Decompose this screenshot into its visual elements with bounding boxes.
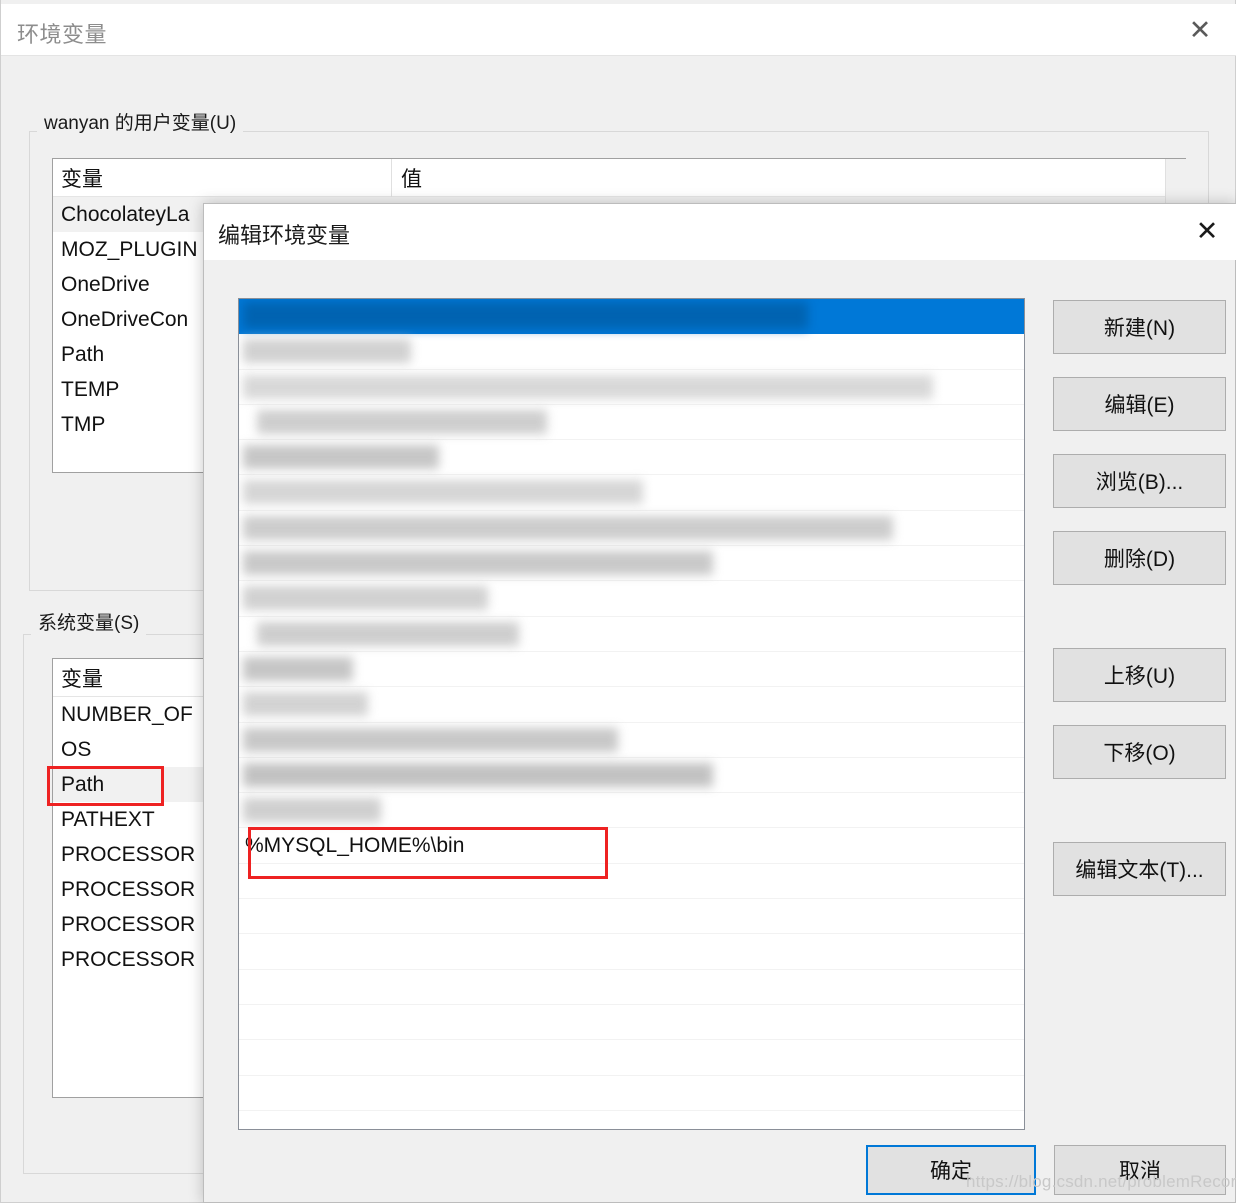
list-item[interactable]: %MYSQL_HOME%\bin bbox=[239, 828, 1024, 864]
system-column-variable[interactable]: 变量 bbox=[61, 663, 103, 693]
list-item[interactable] bbox=[239, 581, 1024, 617]
list-item[interactable] bbox=[239, 687, 1024, 723]
redacted-path-value bbox=[257, 621, 519, 646]
list-item[interactable] bbox=[239, 405, 1024, 441]
redacted-path-value bbox=[243, 515, 893, 540]
redacted-path-value bbox=[243, 727, 618, 752]
list-item[interactable] bbox=[239, 1005, 1024, 1041]
close-icon[interactable]: ✕ bbox=[1177, 12, 1223, 48]
user-column-variable[interactable]: 变量 bbox=[61, 163, 103, 193]
list-item[interactable] bbox=[239, 334, 1024, 370]
redacted-path-value bbox=[243, 656, 353, 681]
edit-dialog-title: 编辑环境变量 bbox=[218, 223, 351, 248]
new-button[interactable]: 新建(N) bbox=[1053, 300, 1226, 354]
list-item[interactable] bbox=[239, 475, 1024, 511]
env-window-title: 环境变量 bbox=[17, 22, 108, 47]
list-item[interactable] bbox=[239, 723, 1024, 758]
move-up-button[interactable]: 上移(U) bbox=[1053, 648, 1226, 702]
delete-button[interactable]: 删除(D) bbox=[1053, 531, 1226, 585]
watermark-text: https://blog.csdn.net/problemRecord bbox=[966, 1172, 1236, 1191]
system-variables-label: 系统变量(S) bbox=[31, 608, 147, 635]
list-item[interactable] bbox=[239, 793, 1024, 829]
redacted-path-value bbox=[243, 374, 933, 399]
list-item[interactable] bbox=[239, 970, 1024, 1005]
move-down-button[interactable]: 下移(O) bbox=[1053, 725, 1226, 779]
list-item[interactable] bbox=[239, 1076, 1024, 1111]
redacted-path-value bbox=[243, 551, 713, 576]
list-item[interactable] bbox=[239, 758, 1024, 794]
list-item[interactable] bbox=[239, 652, 1024, 688]
user-column-value[interactable]: 值 bbox=[401, 163, 422, 193]
redacted-path-value bbox=[243, 762, 713, 787]
edit-button[interactable]: 编辑(E) bbox=[1053, 377, 1226, 431]
list-item[interactable] bbox=[239, 864, 1024, 900]
list-item[interactable] bbox=[239, 617, 1024, 652]
list-item[interactable] bbox=[239, 299, 1024, 335]
env-window-titlebar: 环境变量 ✕ bbox=[1, 4, 1236, 56]
column-divider bbox=[391, 159, 392, 197]
list-item[interactable] bbox=[239, 934, 1024, 970]
user-list-header: 变量 值 bbox=[53, 159, 1185, 197]
redacted-path-value bbox=[243, 480, 643, 505]
redacted-path-value bbox=[243, 798, 381, 823]
screen-root: 环境变量 ✕ wanyan 的用户变量(U) 变量 值 ChocolateyLa… bbox=[0, 0, 1236, 1203]
list-item[interactable] bbox=[239, 440, 1024, 476]
user-variables-label: wanyan 的用户变量(U) bbox=[37, 108, 244, 135]
list-item[interactable] bbox=[239, 370, 1024, 405]
edit-environment-variable-dialog: 编辑环境变量 ✕ %MYSQL_HOME%\bin 新建(N) 编辑(E) 浏览… bbox=[203, 203, 1236, 1203]
path-entries-listbox[interactable]: %MYSQL_HOME%\bin bbox=[238, 298, 1025, 1130]
redacted-path-value bbox=[243, 339, 411, 364]
close-icon[interactable]: ✕ bbox=[1183, 212, 1231, 250]
redacted-path-value bbox=[243, 302, 808, 329]
redacted-path-value bbox=[243, 445, 439, 470]
list-item[interactable] bbox=[239, 546, 1024, 582]
list-item[interactable] bbox=[239, 1040, 1024, 1076]
list-item[interactable] bbox=[239, 511, 1024, 547]
list-item[interactable] bbox=[239, 899, 1024, 935]
redacted-path-value bbox=[257, 409, 547, 434]
browse-button[interactable]: 浏览(B)... bbox=[1053, 454, 1226, 508]
path-entry-text: %MYSQL_HOME%\bin bbox=[245, 834, 465, 858]
redacted-path-value bbox=[243, 586, 488, 611]
edit-dialog-titlebar: 编辑环境变量 ✕ bbox=[204, 204, 1236, 260]
edit-text-button[interactable]: 编辑文本(T)... bbox=[1053, 842, 1226, 896]
redacted-path-value bbox=[243, 692, 368, 717]
